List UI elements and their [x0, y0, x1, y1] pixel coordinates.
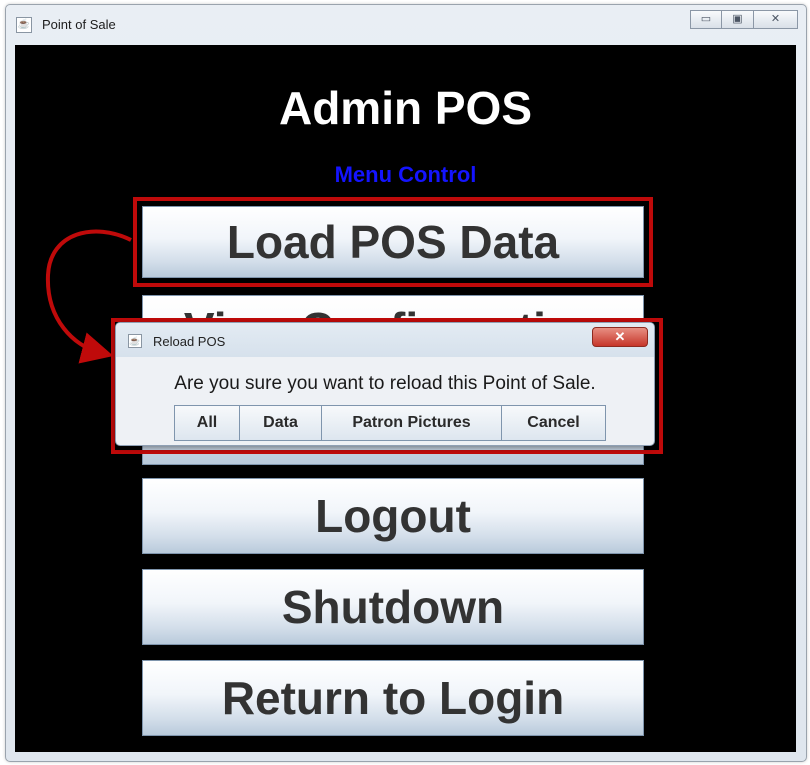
- cancel-button[interactable]: Cancel: [502, 405, 606, 441]
- dialog-title: Reload POS: [153, 334, 226, 349]
- dialog-button-row: All Data Patron Pictures Cancel: [174, 405, 606, 441]
- patron-pictures-button[interactable]: Patron Pictures: [322, 405, 502, 441]
- dialog-close-button[interactable]: ✕: [592, 327, 648, 347]
- reload-pos-dialog: ☕ Reload POS ✕ Are you sure you want to …: [115, 322, 655, 446]
- data-button[interactable]: Data: [240, 405, 322, 441]
- all-button[interactable]: All: [174, 405, 240, 441]
- dialog-titlebar[interactable]: ☕ Reload POS ✕: [116, 323, 654, 357]
- dialog-message: Are you sure you want to reload this Poi…: [174, 373, 596, 394]
- java-cup-icon: ☕: [128, 334, 142, 348]
